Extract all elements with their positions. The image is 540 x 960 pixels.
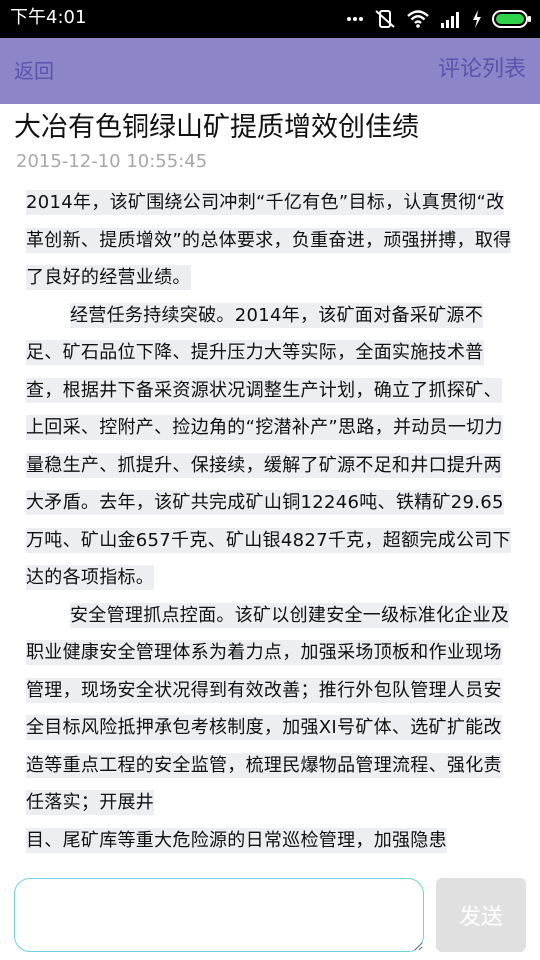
article-paragraph: 经营任务持续突破。2014年，该矿面对备采矿源不足、矿石品位下降、提升压力大等实… <box>26 302 511 590</box>
article-paragraph: 2014年，该矿围绕公司冲刺“千亿有色”目标，认真贯彻“改革创新、提质增效”的总… <box>26 190 512 290</box>
comment-bar: 发送 <box>0 870 540 960</box>
article-timestamp: 2015-12-10 10:55:45 <box>16 151 208 172</box>
status-icons <box>346 8 532 30</box>
charging-icon <box>472 10 482 28</box>
wifi-icon <box>406 9 430 29</box>
comment-list-button[interactable]: 评论列表 <box>438 56 526 84</box>
signal-dots-icon <box>346 14 364 24</box>
status-time: 下午4:01 <box>10 7 87 28</box>
send-button[interactable]: 发送 <box>436 878 526 952</box>
comment-input[interactable] <box>14 878 424 952</box>
article-title: 大冶有色铜绿山矿提质增效创佳绩 <box>14 112 419 143</box>
status-bar: 下午4:01 <box>0 0 540 38</box>
battery-icon <box>492 9 532 29</box>
article-paragraph: 安全管理抓点控面。该矿以创建安全一级标准化企业及职业健康安全管理体系为着力点，加… <box>26 602 510 815</box>
article-paragraph: 目、尾矿库等重大危险源的日常巡检管理，加强隐患 <box>26 827 447 853</box>
app-bar: 返回 评论列表 <box>0 38 540 104</box>
cell-signal-icon <box>440 10 462 28</box>
vibrate-off-icon <box>374 9 396 29</box>
article-body: 2014年，该矿围绕公司冲刺“千亿有色”目标，认真贯彻“改革创新、提质增效”的总… <box>26 184 512 878</box>
back-button[interactable]: 返回 <box>14 58 54 84</box>
